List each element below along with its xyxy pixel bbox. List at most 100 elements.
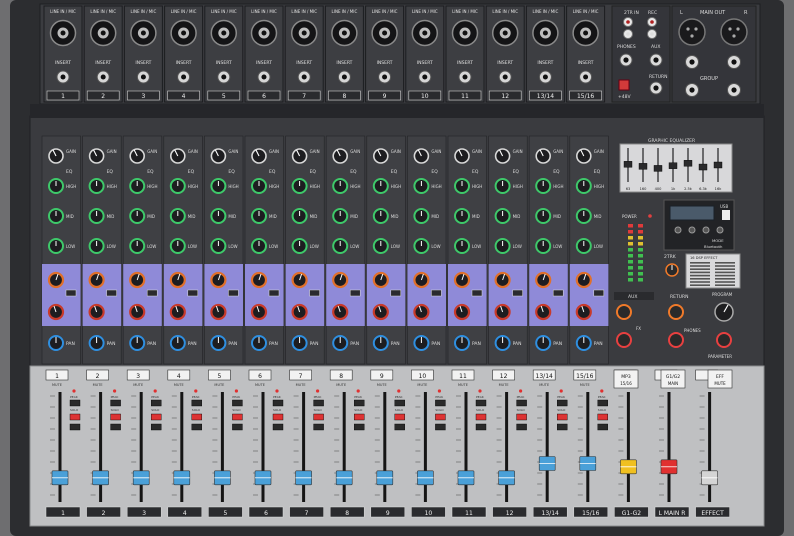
usb-port[interactable] bbox=[722, 210, 730, 220]
phantom-switch[interactable] bbox=[618, 79, 630, 91]
aux-jack-hole bbox=[653, 57, 659, 63]
solo-button[interactable] bbox=[435, 399, 446, 407]
fader-label: EFFECT bbox=[701, 510, 724, 517]
group-button[interactable] bbox=[354, 413, 365, 421]
solo-button[interactable] bbox=[516, 399, 527, 407]
solo-button[interactable] bbox=[313, 399, 324, 407]
mute-button[interactable] bbox=[313, 423, 324, 431]
mute-button[interactable] bbox=[272, 423, 284, 431]
pre-post-switch[interactable] bbox=[309, 289, 320, 297]
xlr-combo-jack-hole bbox=[301, 30, 307, 36]
mute-button[interactable] bbox=[475, 423, 487, 431]
rca-2trk-r-core bbox=[626, 32, 630, 36]
prev-button[interactable] bbox=[688, 226, 696, 234]
solo-button[interactable] bbox=[150, 399, 162, 407]
eq-band-label: LOW bbox=[107, 244, 116, 249]
mode-button[interactable] bbox=[716, 226, 724, 234]
mute-button[interactable] bbox=[394, 423, 405, 431]
group-button[interactable] bbox=[272, 413, 284, 421]
label-main-l: L bbox=[680, 10, 683, 16]
geq-slider-cap[interactable] bbox=[698, 163, 708, 171]
strip-tag-number: 1 bbox=[55, 373, 59, 380]
group-button[interactable] bbox=[475, 413, 487, 421]
solo-button[interactable] bbox=[110, 399, 121, 407]
pre-post-switch[interactable] bbox=[552, 289, 564, 297]
pre-post-switch[interactable] bbox=[228, 289, 239, 297]
geq-slider-cap[interactable] bbox=[638, 163, 648, 170]
return-knob-2[interactable] bbox=[668, 332, 684, 348]
solo-label: SOLO bbox=[314, 408, 323, 412]
xlr-main-r[interactable] bbox=[720, 18, 748, 46]
gain-label: GAIN bbox=[107, 149, 117, 154]
mute-button[interactable] bbox=[110, 423, 121, 431]
geq-slider-cap[interactable] bbox=[683, 160, 693, 167]
solo-button[interactable] bbox=[232, 399, 243, 407]
mute-button[interactable] bbox=[191, 423, 203, 431]
pre-post-switch[interactable] bbox=[106, 289, 117, 297]
pre-post-switch[interactable] bbox=[146, 289, 158, 297]
play-button[interactable] bbox=[674, 226, 682, 234]
solo-button[interactable] bbox=[354, 399, 365, 407]
solo-button[interactable] bbox=[69, 399, 81, 407]
parameter-knob[interactable] bbox=[716, 332, 732, 348]
pre-post-switch[interactable] bbox=[512, 289, 523, 297]
solo-button[interactable] bbox=[597, 399, 608, 407]
group-button[interactable] bbox=[69, 413, 81, 421]
fader-label: 12 bbox=[506, 510, 514, 517]
meter-led bbox=[628, 236, 633, 240]
pre-post-switch[interactable] bbox=[187, 289, 199, 297]
group-button[interactable] bbox=[232, 413, 243, 421]
mute-button[interactable] bbox=[354, 423, 365, 431]
group-button[interactable] bbox=[150, 413, 162, 421]
solo-button[interactable] bbox=[191, 399, 203, 407]
eq-band-label: MID bbox=[431, 214, 439, 219]
geq-slider-cap[interactable] bbox=[623, 161, 633, 168]
pre-post-switch[interactable] bbox=[349, 289, 361, 297]
group-button[interactable] bbox=[394, 413, 405, 421]
solo-button[interactable] bbox=[272, 399, 284, 407]
mute-button[interactable] bbox=[557, 423, 568, 431]
group-button[interactable] bbox=[435, 413, 446, 421]
group-button[interactable] bbox=[191, 413, 203, 421]
solo-button[interactable] bbox=[394, 399, 405, 407]
group-button[interactable] bbox=[597, 413, 608, 421]
mute-button[interactable] bbox=[150, 423, 162, 431]
xlr-combo-jack-hole bbox=[140, 30, 146, 36]
aux-master-knob-1[interactable] bbox=[616, 304, 632, 320]
meter-led bbox=[628, 242, 633, 246]
fader-slot bbox=[58, 392, 62, 502]
pre-post-switch[interactable] bbox=[65, 289, 77, 297]
return-jack-hole bbox=[653, 85, 659, 91]
pre-post-switch[interactable] bbox=[593, 289, 605, 297]
return-knob-1[interactable] bbox=[668, 304, 684, 320]
geq-slider-cap[interactable] bbox=[668, 162, 678, 169]
mute-button[interactable] bbox=[69, 423, 81, 431]
mute-button[interactable] bbox=[597, 423, 608, 431]
xlr-combo-jack-hole bbox=[422, 30, 428, 36]
mute-button[interactable] bbox=[435, 423, 446, 431]
xlr-main-l[interactable] bbox=[678, 18, 706, 46]
gain-label: GAIN bbox=[553, 149, 563, 154]
group-button[interactable] bbox=[557, 413, 568, 421]
aux-master-knob-2[interactable] bbox=[616, 332, 632, 348]
geq-slider-cap[interactable] bbox=[653, 165, 663, 172]
geq-slider-cap[interactable] bbox=[713, 161, 723, 169]
eq-band-label: MID bbox=[391, 214, 399, 219]
top-channel-number: 8 bbox=[342, 93, 346, 100]
group-button[interactable] bbox=[313, 413, 324, 421]
mute-button[interactable] bbox=[516, 423, 527, 431]
top-insert-label: INSERT bbox=[296, 60, 312, 66]
pre-post-switch[interactable] bbox=[471, 289, 483, 297]
solo-button[interactable] bbox=[557, 399, 568, 407]
pre-post-switch[interactable] bbox=[431, 289, 442, 297]
pre-post-switch[interactable] bbox=[268, 289, 280, 297]
group-button[interactable] bbox=[110, 413, 121, 421]
next-button[interactable] bbox=[702, 226, 710, 234]
solo-label: SOLO bbox=[192, 408, 201, 412]
mute-button[interactable] bbox=[232, 423, 243, 431]
group-button[interactable] bbox=[516, 413, 527, 421]
pre-post-switch[interactable] bbox=[390, 289, 402, 297]
solo-button[interactable] bbox=[475, 399, 487, 407]
mute-label: MUTE bbox=[417, 383, 427, 387]
peak-label: PEAK bbox=[354, 395, 363, 399]
